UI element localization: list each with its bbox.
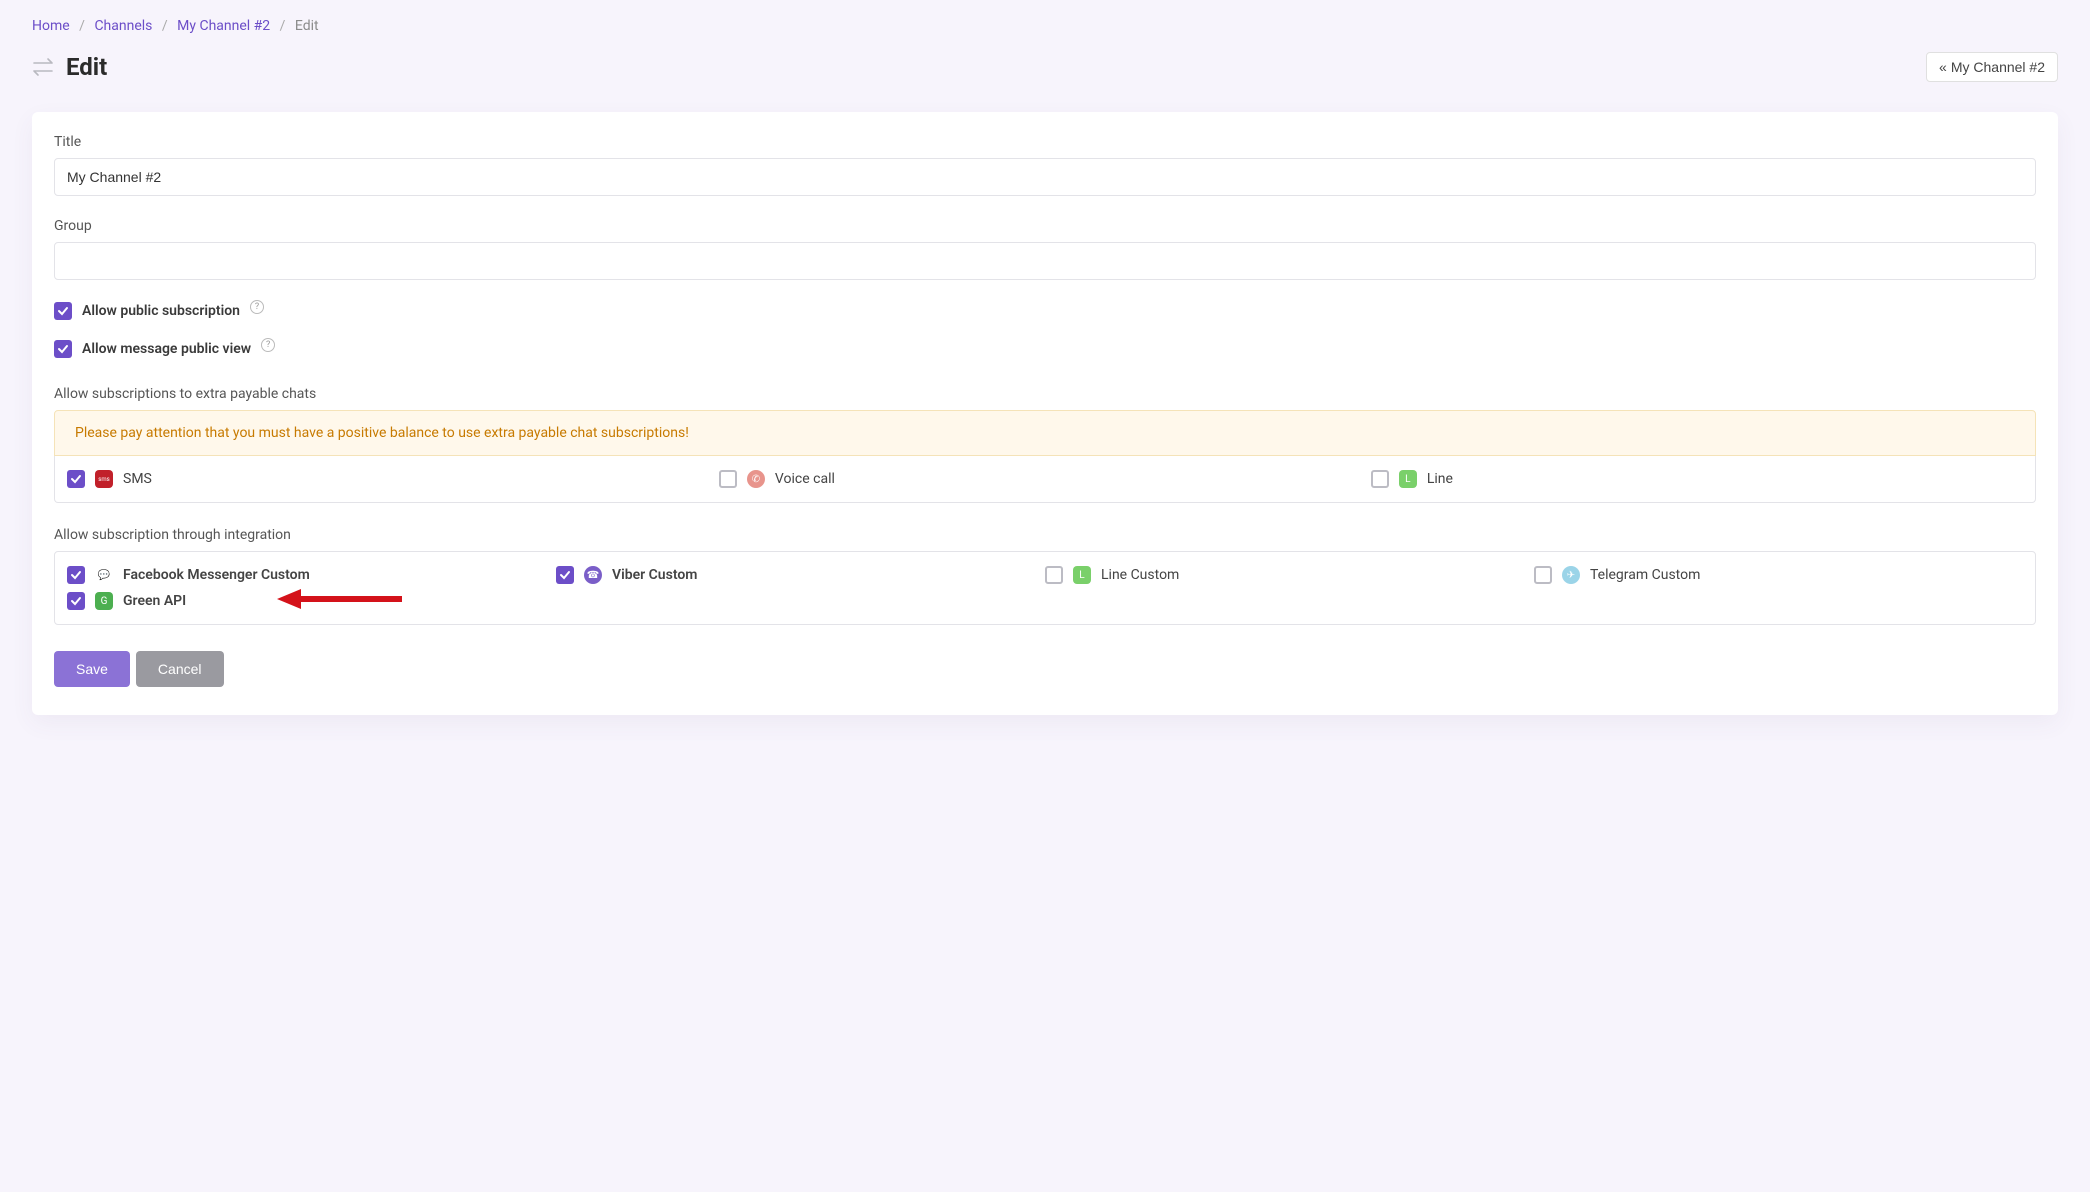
breadcrumb: Home / Channels / My Channel #2 / Edit (32, 18, 2058, 34)
breadcrumb-current: Edit (295, 18, 319, 34)
back-button-label: My Channel #2 (1951, 59, 2045, 75)
telegram-icon: ✈ (1562, 566, 1580, 584)
allow-public-subscription-label: Allow public subscription (82, 303, 240, 319)
sms-icon: sms (95, 470, 113, 488)
green-api-checkbox[interactable] (67, 592, 85, 610)
breadcrumb-home[interactable]: Home (32, 18, 70, 34)
sms-label: SMS (123, 471, 152, 487)
viber-label: Viber Custom (612, 567, 697, 583)
edit-form-card: Title Group Allow public subscription ? … (32, 112, 2058, 715)
allow-public-subscription-checkbox[interactable] (54, 302, 72, 320)
voice-call-label: Voice call (775, 471, 835, 487)
help-icon[interactable]: ? (261, 338, 275, 352)
breadcrumb-channel[interactable]: My Channel #2 (177, 18, 270, 34)
green-api-icon: G (95, 592, 113, 610)
line-icon: L (1399, 470, 1417, 488)
group-label: Group (54, 218, 2036, 234)
breadcrumb-sep: / (280, 18, 286, 34)
fb-messenger-checkbox[interactable] (67, 566, 85, 584)
integration-options: 💬 Facebook Messenger Custom ☎ Viber Cust… (54, 551, 2036, 625)
voice-call-checkbox[interactable] (719, 470, 737, 488)
line-custom-label: Line Custom (1101, 567, 1179, 583)
page-title: Edit (66, 53, 107, 81)
sms-checkbox[interactable] (67, 470, 85, 488)
cancel-button[interactable]: Cancel (136, 651, 224, 687)
extra-payable-label: Allow subscriptions to extra payable cha… (54, 386, 2036, 402)
viber-checkbox[interactable] (556, 566, 574, 584)
balance-warning: Please pay attention that you must have … (54, 410, 2036, 456)
extra-payable-options: sms SMS ✆ Voice call L Line (54, 456, 2036, 503)
group-input[interactable] (54, 242, 2036, 280)
save-button[interactable]: Save (54, 651, 130, 687)
line-custom-checkbox[interactable] (1045, 566, 1063, 584)
green-api-label: Green API (123, 593, 186, 609)
breadcrumb-channels[interactable]: Channels (94, 18, 152, 34)
breadcrumb-sep: / (162, 18, 168, 34)
breadcrumb-sep: / (79, 18, 85, 34)
swap-arrows-icon (32, 57, 56, 77)
title-label: Title (54, 134, 2036, 150)
allow-message-public-view-checkbox[interactable] (54, 340, 72, 358)
line-checkbox[interactable] (1371, 470, 1389, 488)
voice-call-icon: ✆ (747, 470, 765, 488)
chevron-double-left-icon: « (1939, 59, 1947, 75)
annotation-arrow-icon (277, 586, 407, 612)
viber-icon: ☎ (584, 566, 602, 584)
title-input[interactable] (54, 158, 2036, 196)
line-label: Line (1427, 471, 1453, 487)
line-custom-icon: L (1073, 566, 1091, 584)
back-to-channel-button[interactable]: « My Channel #2 (1926, 52, 2058, 82)
fb-messenger-label: Facebook Messenger Custom (123, 567, 310, 583)
fb-messenger-icon: 💬 (95, 566, 113, 584)
integration-label: Allow subscription through integration (54, 527, 2036, 543)
allow-message-public-view-label: Allow message public view (82, 341, 251, 357)
telegram-label: Telegram Custom (1590, 567, 1700, 583)
telegram-checkbox[interactable] (1534, 566, 1552, 584)
help-icon[interactable]: ? (250, 300, 264, 314)
